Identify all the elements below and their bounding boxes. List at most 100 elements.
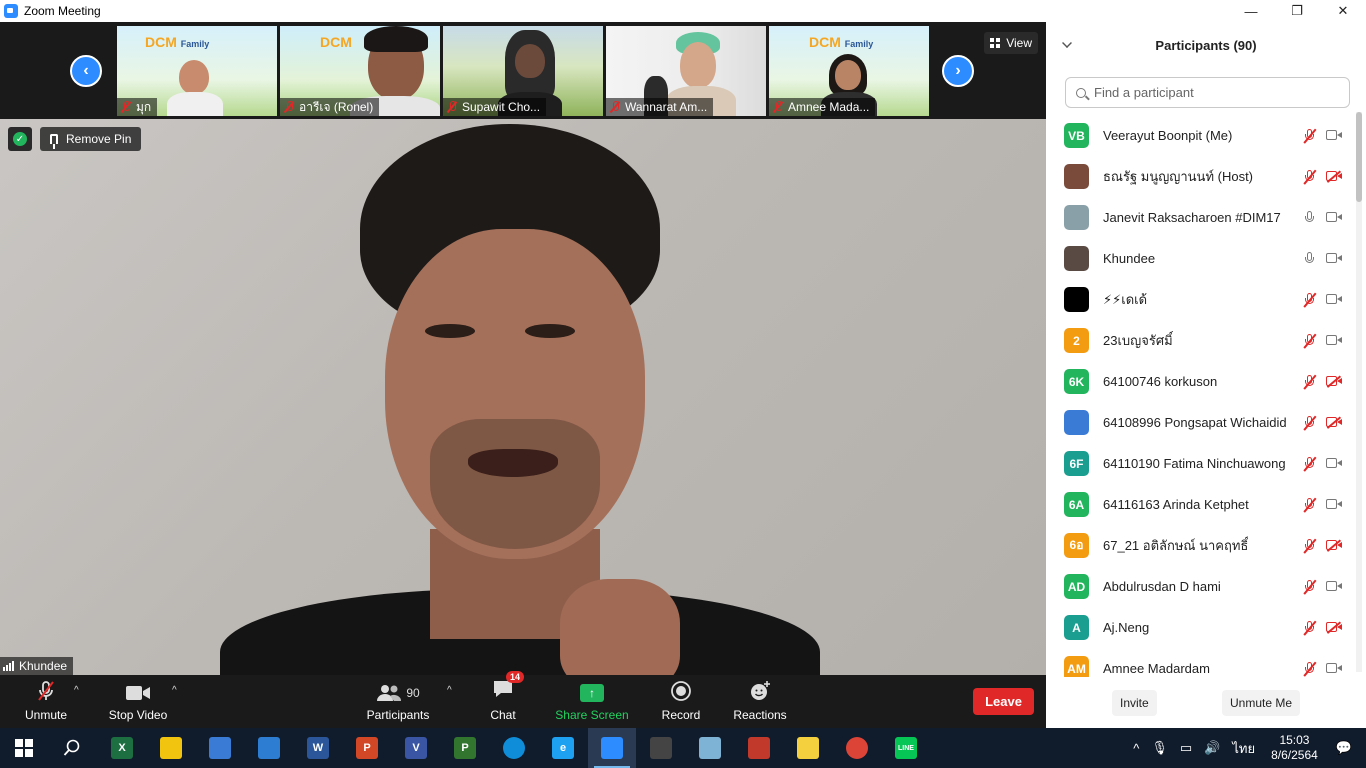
- participants-panel: Participants (90) VB Veerayut Boonpit (Me…: [1046, 22, 1366, 728]
- taskbar-app-visio[interactable]: V: [392, 728, 440, 768]
- taskbar-app-excel[interactable]: X: [98, 728, 146, 768]
- video-off-icon[interactable]: [1326, 376, 1342, 387]
- unmute-me-button[interactable]: Unmute Me: [1222, 690, 1301, 716]
- taskbar-app-paint[interactable]: [735, 728, 783, 768]
- muted-microphone-icon[interactable]: [1303, 415, 1317, 431]
- invite-button[interactable]: Invite: [1112, 690, 1157, 716]
- muted-microphone-icon[interactable]: [1303, 579, 1317, 595]
- video-thumbnail[interactable]: DCM Family มุก: [117, 26, 277, 116]
- participants-options-caret[interactable]: ^: [447, 685, 452, 696]
- language-indicator[interactable]: ไทย: [1232, 738, 1255, 759]
- taskbar-app-camera-app[interactable]: [637, 728, 685, 768]
- leave-button[interactable]: Leave: [973, 688, 1034, 715]
- participant-row[interactable]: 6อ 67_21 อติลักษณ์ นาคฤทธิ์: [1046, 525, 1356, 566]
- muted-microphone-icon[interactable]: [1303, 169, 1317, 185]
- muted-microphone-icon[interactable]: [1303, 497, 1317, 513]
- muted-microphone-icon[interactable]: [1303, 456, 1317, 472]
- video-off-icon[interactable]: [1326, 622, 1342, 633]
- microphone-icon[interactable]: [1303, 251, 1317, 267]
- participant-row[interactable]: AD Abdulrusdan D hami: [1046, 566, 1356, 607]
- participant-row[interactable]: AM Amnee Madardam: [1046, 648, 1356, 677]
- participant-list-scrollbar[interactable]: [1356, 112, 1362, 672]
- network-icon[interactable]: ▭: [1180, 740, 1192, 756]
- participant-row[interactable]: Janevit Raksacharoen #DIM17: [1046, 197, 1356, 238]
- participant-row[interactable]: 6F 64110190 Fatima Ninchuawong: [1046, 443, 1356, 484]
- share-screen-button[interactable]: ↑ Share Screen: [553, 675, 631, 728]
- muted-microphone-icon[interactable]: [1303, 333, 1317, 349]
- minimize-button[interactable]: —: [1228, 0, 1274, 22]
- volume-icon[interactable]: 🔊: [1204, 740, 1220, 756]
- active-speaker-video[interactable]: ✓ Remove Pin Khundee: [0, 119, 1046, 675]
- video-camera-icon[interactable]: [1326, 581, 1342, 592]
- muted-microphone-icon[interactable]: [1303, 128, 1317, 144]
- video-camera-icon[interactable]: [1326, 294, 1342, 305]
- speaker-name-label: Khundee: [0, 657, 74, 675]
- video-camera-icon[interactable]: [1326, 458, 1342, 469]
- participant-row[interactable]: A Aj.Neng: [1046, 607, 1356, 648]
- taskbar-app-mail[interactable]: [245, 728, 293, 768]
- taskbar-app-ie[interactable]: e: [539, 728, 587, 768]
- muted-microphone-icon[interactable]: [1303, 661, 1317, 677]
- video-camera-icon[interactable]: [1326, 212, 1342, 223]
- unmute-button[interactable]: Unmute: [18, 675, 74, 728]
- taskbar-app-chrome[interactable]: [833, 728, 881, 768]
- muted-microphone-icon[interactable]: [1303, 374, 1317, 390]
- participant-row[interactable]: VB Veerayut Boonpit (Me): [1046, 115, 1356, 156]
- video-thumbnail[interactable]: Supawit Cho...: [443, 26, 603, 116]
- microphone-tray-icon[interactable]: 🎙: [1151, 740, 1168, 756]
- video-thumbnail[interactable]: DCM อารีเจ (Ronel): [280, 26, 440, 116]
- muted-microphone-icon[interactable]: [1303, 538, 1317, 554]
- taskbar-app-zoom[interactable]: [588, 728, 636, 768]
- video-thumbnail[interactable]: Wannarat Am...: [606, 26, 766, 116]
- clock[interactable]: 15:03 8/6/2564: [1271, 733, 1318, 763]
- audio-options-caret[interactable]: ^: [74, 685, 79, 696]
- search-input[interactable]: [1094, 85, 1334, 100]
- taskbar-app-project[interactable]: P: [441, 728, 489, 768]
- encryption-shield-icon[interactable]: ✓: [8, 127, 32, 151]
- participant-row[interactable]: 2 23เบญจรัศมิ์: [1046, 320, 1356, 361]
- muted-microphone-icon[interactable]: [1303, 620, 1317, 636]
- chat-button[interactable]: 14 Chat: [481, 671, 525, 728]
- taskbar-app-file-explorer[interactable]: [147, 728, 195, 768]
- muted-microphone-icon[interactable]: [1303, 292, 1317, 308]
- participant-row[interactable]: 64108996 Pongsapat Wichaidid: [1046, 402, 1356, 443]
- taskbar-app-line[interactable]: LINE: [882, 728, 930, 768]
- search-button[interactable]: [48, 728, 96, 768]
- restore-button[interactable]: ❐: [1274, 0, 1320, 22]
- start-button[interactable]: [0, 728, 48, 768]
- close-button[interactable]: ✕: [1320, 0, 1366, 22]
- participant-search[interactable]: [1065, 77, 1350, 108]
- video-options-caret[interactable]: ^: [172, 685, 177, 696]
- participant-row[interactable]: 6A 64116163 Arinda Ketphet: [1046, 484, 1356, 525]
- previous-page-button[interactable]: ‹: [70, 55, 102, 87]
- view-button[interactable]: View: [984, 32, 1038, 54]
- notifications-icon[interactable]: 💬: [1336, 740, 1352, 756]
- taskbar-app-edge[interactable]: [490, 728, 538, 768]
- video-camera-icon[interactable]: [1326, 499, 1342, 510]
- video-camera-icon[interactable]: [1326, 130, 1342, 141]
- next-page-button[interactable]: ›: [942, 55, 974, 87]
- microphone-icon[interactable]: [1303, 210, 1317, 226]
- participants-button[interactable]: 90 Participants: [362, 675, 434, 728]
- taskbar-app-sticky-notes[interactable]: [784, 728, 832, 768]
- remove-pin-button[interactable]: Remove Pin: [40, 127, 142, 151]
- taskbar-app-powerpoint[interactable]: P: [343, 728, 391, 768]
- taskbar-app-word[interactable]: W: [294, 728, 342, 768]
- video-camera-icon[interactable]: [1326, 253, 1342, 264]
- video-thumbnail[interactable]: DCM Family Amnee Mada...: [769, 26, 929, 116]
- stop-video-button[interactable]: Stop Video: [104, 675, 172, 728]
- taskbar-app-store[interactable]: [196, 728, 244, 768]
- participant-row[interactable]: 6K 64100746 korkuson: [1046, 361, 1356, 402]
- participant-row[interactable]: ธณรัฐ มนูญญานนท์ (Host): [1046, 156, 1356, 197]
- video-camera-icon[interactable]: [1326, 663, 1342, 674]
- chevron-up-icon[interactable]: ^: [1133, 741, 1139, 756]
- video-camera-icon[interactable]: [1326, 335, 1342, 346]
- video-off-icon[interactable]: [1326, 171, 1342, 182]
- reactions-button[interactable]: Reactions: [730, 675, 790, 728]
- participant-row[interactable]: Khundee: [1046, 238, 1356, 279]
- participant-row[interactable]: ⚡⚡เดเด้: [1046, 279, 1356, 320]
- video-off-icon[interactable]: [1326, 540, 1342, 551]
- record-button[interactable]: Record: [658, 675, 704, 728]
- video-off-icon[interactable]: [1326, 417, 1342, 428]
- taskbar-app-notes-app[interactable]: [686, 728, 734, 768]
